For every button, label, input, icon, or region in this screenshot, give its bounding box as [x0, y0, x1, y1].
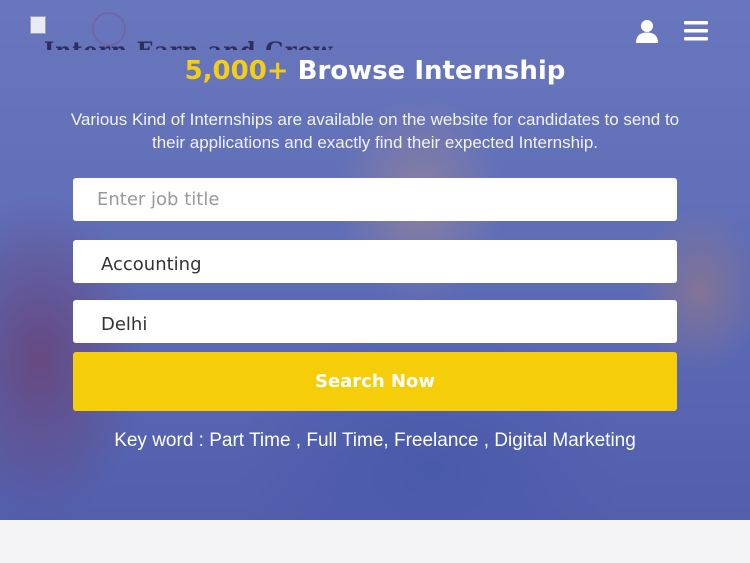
broken-image-icon — [30, 16, 46, 34]
below-fold-section — [0, 520, 750, 563]
job-title-input[interactable] — [73, 178, 677, 221]
intro-text: Various Kind of Internships are availabl… — [70, 110, 680, 152]
hero-content: Intern Earn and Grow 5,000+ Browse Inter… — [0, 0, 750, 520]
hamburger-menu-icon[interactable] — [684, 20, 708, 42]
hero-section: Intern Earn and Grow 5,000+ Browse Inter… — [0, 0, 750, 520]
search-now-button[interactable]: Search Now — [73, 352, 677, 411]
user-icon[interactable] — [635, 19, 659, 43]
location-select[interactable]: Delhi — [73, 300, 677, 343]
keywords-text: Key word : Part Time , Full Time, Freela… — [114, 430, 636, 451]
page-title: 5,000+ Browse Internship — [0, 56, 750, 86]
headline-text: Browse Internship — [288, 56, 566, 86]
location-selected-value: Delhi — [101, 314, 148, 335]
site-logo[interactable]: Intern Earn and Grow — [30, 12, 350, 60]
internship-count: 5,000+ — [184, 56, 289, 86]
logo-text: Intern Earn and Grow — [44, 36, 333, 50]
category-select[interactable]: Accounting — [73, 240, 677, 283]
category-selected-value: Accounting — [101, 254, 202, 275]
